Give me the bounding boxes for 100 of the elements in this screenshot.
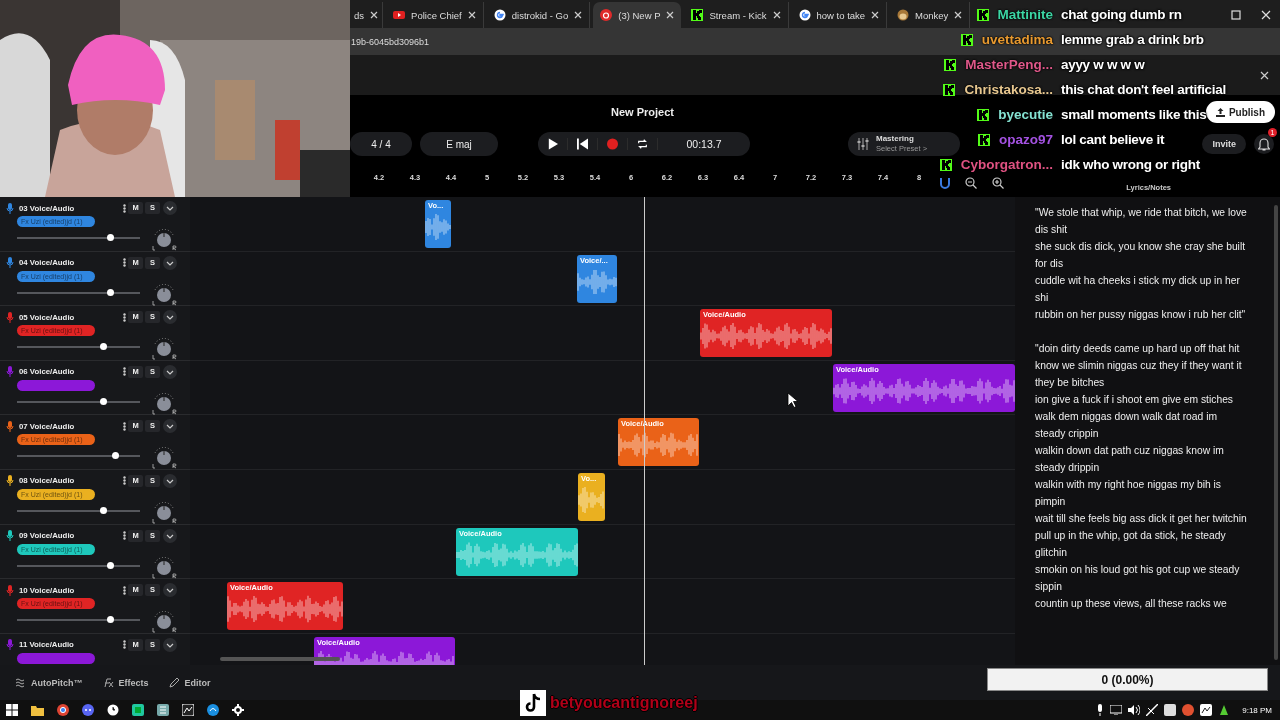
pan-knob-icon[interactable] bbox=[151, 447, 177, 470]
tiktok-logo-icon bbox=[520, 690, 546, 716]
volume-slider[interactable] bbox=[17, 455, 140, 458]
chat-message: small moments like this bbox=[1061, 107, 1207, 122]
upload-icon bbox=[1215, 107, 1225, 117]
more-icon[interactable] bbox=[123, 531, 126, 541]
slider-thumb[interactable] bbox=[107, 234, 115, 241]
slider-thumb[interactable] bbox=[112, 452, 120, 460]
close-icon[interactable] bbox=[370, 11, 379, 19]
magnet-icon[interactable] bbox=[940, 177, 950, 189]
pan-knob-icon[interactable] bbox=[151, 392, 177, 415]
more-icon[interactable] bbox=[123, 258, 126, 268]
more-icon[interactable] bbox=[123, 585, 126, 595]
restore-icon[interactable] bbox=[1231, 10, 1241, 20]
scrollbar-thumb[interactable] bbox=[220, 657, 340, 661]
lyric-line: rubbin on her pussy niggas know i rub her clit" bbox=[1035, 308, 1247, 322]
chevron-down-icon[interactable] bbox=[163, 637, 177, 652]
close-icon[interactable] bbox=[772, 11, 781, 19]
chevron-down-icon[interactable] bbox=[163, 201, 177, 215]
counter-text: 0 (0.00%) bbox=[987, 668, 1268, 691]
scrollbar-thumb[interactable] bbox=[1274, 205, 1278, 660]
browser-icon[interactable] bbox=[57, 704, 69, 716]
app-icon[interactable] bbox=[1218, 704, 1231, 716]
pan-knob-icon[interactable] bbox=[151, 556, 177, 579]
monkey-icon bbox=[897, 9, 910, 21]
folder-icon[interactable] bbox=[31, 704, 44, 716]
microphone-icon bbox=[6, 420, 14, 432]
more-icon[interactable] bbox=[123, 312, 126, 322]
zoom-out-icon[interactable] bbox=[965, 177, 977, 189]
kick-logo-icon bbox=[691, 9, 704, 21]
speaker-icon[interactable] bbox=[1128, 705, 1141, 715]
windows-start-icon[interactable] bbox=[6, 704, 18, 716]
chevron-down-icon[interactable] bbox=[163, 364, 177, 379]
app-icon[interactable] bbox=[207, 704, 219, 716]
more-icon[interactable] bbox=[123, 476, 126, 486]
chevron-down-icon[interactable] bbox=[163, 419, 177, 434]
volume-slider[interactable] bbox=[17, 400, 140, 403]
pan-knob-icon[interactable] bbox=[151, 501, 177, 524]
invite-button[interactable]: Invite bbox=[1202, 134, 1246, 154]
key-button[interactable]: E maj bbox=[420, 132, 498, 156]
chevron-down-icon[interactable] bbox=[163, 473, 177, 488]
chevron-down-icon[interactable] bbox=[163, 310, 177, 325]
bottom-tab[interactable]: AutoPitch™ bbox=[15, 677, 83, 688]
clock-icon[interactable] bbox=[107, 704, 119, 716]
volume-slider[interactable] bbox=[17, 291, 140, 294]
chat-app-icon[interactable] bbox=[82, 704, 94, 716]
more-icon[interactable] bbox=[123, 421, 126, 431]
close-icon[interactable] bbox=[871, 11, 880, 19]
slider-thumb[interactable] bbox=[107, 288, 115, 296]
chevron-down-icon[interactable] bbox=[163, 528, 177, 543]
close-icon[interactable] bbox=[467, 11, 476, 19]
app-icon[interactable] bbox=[182, 704, 194, 716]
chat-username: uvettadima bbox=[981, 32, 1053, 47]
volume-slider[interactable] bbox=[17, 619, 140, 622]
pencil-icon bbox=[168, 677, 180, 688]
close-icon[interactable] bbox=[666, 11, 675, 19]
microphone-icon bbox=[6, 257, 14, 269]
username-text: betyoucantignoreej bbox=[550, 694, 698, 712]
slider-thumb[interactable] bbox=[107, 561, 115, 569]
slider-thumb[interactable] bbox=[107, 616, 115, 624]
volume-slider[interactable] bbox=[17, 346, 140, 349]
close-icon[interactable] bbox=[1261, 10, 1271, 20]
microphone-icon[interactable] bbox=[1096, 704, 1105, 716]
volume-slider[interactable] bbox=[17, 564, 140, 567]
bottom-tab[interactable]: Editor bbox=[168, 677, 211, 688]
pan-knob-icon[interactable] bbox=[151, 611, 177, 634]
lyric-line: wait till she feels big ass dick it get her twitchin bbox=[1035, 512, 1248, 526]
app-icon[interactable] bbox=[1200, 704, 1213, 716]
time-signature-button[interactable]: 4 / 4 bbox=[350, 132, 412, 156]
clock-text[interactable]: 9:18 PM bbox=[1242, 705, 1272, 715]
close-icon[interactable] bbox=[1260, 70, 1269, 80]
bell-icon[interactable] bbox=[1258, 137, 1270, 151]
monitor-icon[interactable] bbox=[1110, 705, 1123, 715]
chevron-down-icon[interactable] bbox=[163, 583, 177, 598]
chat-username: Mattinite bbox=[997, 7, 1053, 22]
slider-thumb[interactable] bbox=[100, 343, 108, 351]
notes-icon[interactable] bbox=[157, 704, 169, 716]
zoom-in-icon[interactable] bbox=[992, 177, 1004, 189]
pan-knob-icon[interactable] bbox=[151, 338, 177, 361]
microphone-icon bbox=[6, 311, 14, 323]
browser-tab[interactable]: (3) New P bbox=[593, 2, 682, 28]
address-text: 19b-6045bd3096b1 bbox=[350, 36, 430, 47]
app-icon[interactable] bbox=[1164, 704, 1177, 716]
slider-thumb[interactable] bbox=[100, 506, 108, 514]
g-logo-icon bbox=[493, 9, 506, 21]
more-icon[interactable] bbox=[123, 640, 126, 650]
close-icon[interactable] bbox=[574, 11, 583, 19]
publish-button[interactable]: Publish bbox=[1205, 101, 1275, 123]
more-icon[interactable] bbox=[123, 203, 126, 213]
gear-icon[interactable] bbox=[232, 704, 244, 716]
microphone-icon bbox=[6, 202, 14, 214]
more-icon[interactable] bbox=[123, 367, 126, 377]
pan-knob-icon[interactable] bbox=[151, 283, 177, 306]
bottom-tab[interactable]: Effects bbox=[102, 677, 149, 688]
g-logo-icon bbox=[798, 9, 811, 21]
volume-slider[interactable] bbox=[17, 509, 140, 512]
slider-thumb[interactable] bbox=[100, 397, 108, 405]
pan-knob-icon[interactable] bbox=[151, 229, 177, 251]
chevron-down-icon[interactable] bbox=[163, 255, 177, 270]
close-icon[interactable] bbox=[954, 11, 963, 19]
